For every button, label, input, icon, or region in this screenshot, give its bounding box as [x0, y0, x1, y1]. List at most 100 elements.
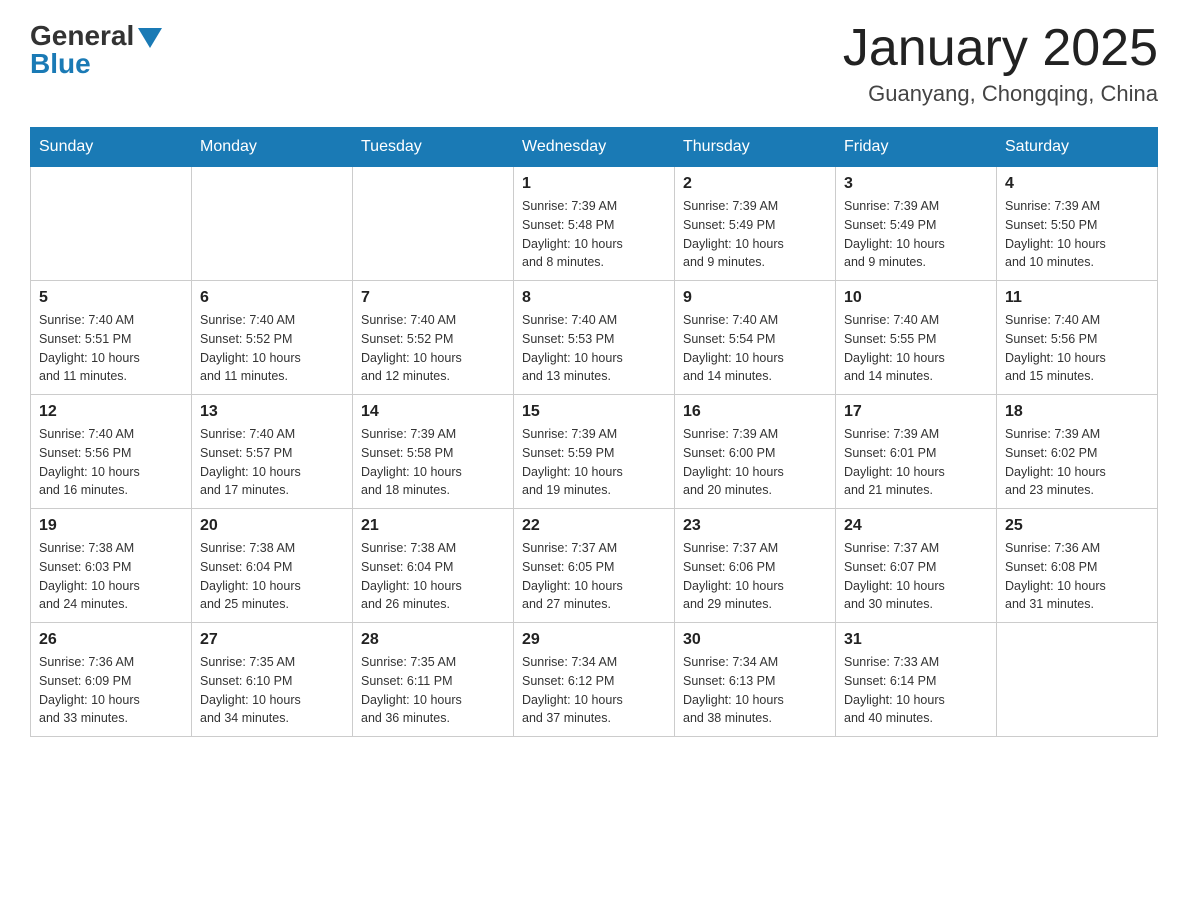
calendar-cell: 18 Sunrise: 7:39 AMSunset: 6:02 PMDayligh… — [997, 395, 1158, 509]
calendar-week-row: 1 Sunrise: 7:39 AMSunset: 5:48 PMDaylight… — [31, 167, 1158, 281]
day-number: 19 — [39, 517, 183, 535]
calendar-cell: 26 Sunrise: 7:36 AMSunset: 6:09 PMDayligh… — [31, 623, 192, 737]
calendar-cell: 1 Sunrise: 7:39 AMSunset: 5:48 PMDaylight… — [514, 167, 675, 281]
day-number: 14 — [361, 403, 505, 421]
calendar-cell: 24 Sunrise: 7:37 AMSunset: 6:07 PMDayligh… — [836, 509, 997, 623]
calendar-cell: 8 Sunrise: 7:40 AMSunset: 5:53 PMDaylight… — [514, 281, 675, 395]
month-title: January 2025 — [843, 20, 1158, 77]
day-info: Sunrise: 7:38 AMSunset: 6:04 PMDaylight:… — [361, 539, 505, 614]
day-info: Sunrise: 7:39 AMSunset: 6:00 PMDaylight:… — [683, 425, 827, 500]
day-number: 11 — [1005, 289, 1149, 307]
day-number: 12 — [39, 403, 183, 421]
calendar-cell: 11 Sunrise: 7:40 AMSunset: 5:56 PMDayligh… — [997, 281, 1158, 395]
day-info: Sunrise: 7:39 AMSunset: 6:02 PMDaylight:… — [1005, 425, 1149, 500]
day-info: Sunrise: 7:34 AMSunset: 6:13 PMDaylight:… — [683, 653, 827, 728]
day-number: 9 — [683, 289, 827, 307]
day-number: 18 — [1005, 403, 1149, 421]
day-info: Sunrise: 7:36 AMSunset: 6:09 PMDaylight:… — [39, 653, 183, 728]
calendar-cell: 2Sunrise: 7:39 AMSunset: 5:49 PMDaylight… — [675, 167, 836, 281]
day-number: 31 — [844, 631, 988, 649]
day-number: 17 — [844, 403, 988, 421]
calendar-cell: 9 Sunrise: 7:40 AMSunset: 5:54 PMDaylight… — [675, 281, 836, 395]
calendar-week-row: 12 Sunrise: 7:40 AMSunset: 5:56 PMDayligh… — [31, 395, 1158, 509]
day-number: 16 — [683, 403, 827, 421]
day-number: 15 — [522, 403, 666, 421]
calendar-cell: 12 Sunrise: 7:40 AMSunset: 5:56 PMDayligh… — [31, 395, 192, 509]
calendar-header-sunday: Sunday — [31, 128, 192, 167]
day-info: Sunrise: 7:36 AMSunset: 6:08 PMDaylight:… — [1005, 539, 1149, 614]
day-info: Sunrise: 7:40 AMSunset: 5:57 PMDaylight:… — [200, 425, 344, 500]
calendar-cell: 4 Sunrise: 7:39 AMSunset: 5:50 PMDaylight… — [997, 167, 1158, 281]
calendar-cell: 22Sunrise: 7:37 AMSunset: 6:05 PMDayligh… — [514, 509, 675, 623]
day-number: 10 — [844, 289, 988, 307]
calendar-cell: 21 Sunrise: 7:38 AMSunset: 6:04 PMDayligh… — [353, 509, 514, 623]
calendar-cell: 20 Sunrise: 7:38 AMSunset: 6:04 PMDayligh… — [192, 509, 353, 623]
logo-blue-text: Blue — [30, 48, 91, 80]
day-info: Sunrise: 7:34 AMSunset: 6:12 PMDaylight:… — [522, 653, 666, 728]
day-number: 13 — [200, 403, 344, 421]
day-info: Sunrise: 7:38 AMSunset: 6:04 PMDaylight:… — [200, 539, 344, 614]
calendar-header-saturday: Saturday — [997, 128, 1158, 167]
calendar-cell: 10 Sunrise: 7:40 AMSunset: 5:55 PMDayligh… — [836, 281, 997, 395]
day-number: 8 — [522, 289, 666, 307]
day-info: Sunrise: 7:39 AMSunset: 6:01 PMDaylight:… — [844, 425, 988, 500]
day-number: 4 — [1005, 175, 1149, 193]
calendar-cell — [31, 167, 192, 281]
day-info: Sunrise: 7:40 AMSunset: 5:55 PMDaylight:… — [844, 311, 988, 386]
day-info: Sunrise: 7:39 AMSunset: 5:50 PMDaylight:… — [1005, 197, 1149, 272]
day-number: 5 — [39, 289, 183, 307]
calendar-cell: 14Sunrise: 7:39 AMSunset: 5:58 PMDayligh… — [353, 395, 514, 509]
day-info: Sunrise: 7:40 AMSunset: 5:56 PMDaylight:… — [1005, 311, 1149, 386]
day-number: 24 — [844, 517, 988, 535]
day-info: Sunrise: 7:35 AMSunset: 6:11 PMDaylight:… — [361, 653, 505, 728]
calendar-cell: 30 Sunrise: 7:34 AMSunset: 6:13 PMDayligh… — [675, 623, 836, 737]
day-info: Sunrise: 7:40 AMSunset: 5:54 PMDaylight:… — [683, 311, 827, 386]
day-info: Sunrise: 7:37 AMSunset: 6:07 PMDaylight:… — [844, 539, 988, 614]
day-number: 21 — [361, 517, 505, 535]
calendar-cell: 5 Sunrise: 7:40 AMSunset: 5:51 PMDaylight… — [31, 281, 192, 395]
calendar-cell: 31 Sunrise: 7:33 AMSunset: 6:14 PMDayligh… — [836, 623, 997, 737]
day-number: 7 — [361, 289, 505, 307]
calendar-cell: 7 Sunrise: 7:40 AMSunset: 5:52 PMDaylight… — [353, 281, 514, 395]
calendar-cell: 25 Sunrise: 7:36 AMSunset: 6:08 PMDayligh… — [997, 509, 1158, 623]
calendar-cell: 6Sunrise: 7:40 AMSunset: 5:52 PMDaylight… — [192, 281, 353, 395]
logo-triangle-icon — [138, 28, 162, 48]
day-info: Sunrise: 7:38 AMSunset: 6:03 PMDaylight:… — [39, 539, 183, 614]
day-info: Sunrise: 7:39 AMSunset: 5:49 PMDaylight:… — [844, 197, 988, 272]
day-number: 20 — [200, 517, 344, 535]
day-number: 1 — [522, 175, 666, 193]
calendar-cell: 27Sunrise: 7:35 AMSunset: 6:10 PMDayligh… — [192, 623, 353, 737]
day-info: Sunrise: 7:35 AMSunset: 6:10 PMDaylight:… — [200, 653, 344, 728]
day-info: Sunrise: 7:40 AMSunset: 5:53 PMDaylight:… — [522, 311, 666, 386]
day-number: 26 — [39, 631, 183, 649]
calendar-week-row: 5 Sunrise: 7:40 AMSunset: 5:51 PMDaylight… — [31, 281, 1158, 395]
title-section: January 2025 Guanyang, Chongqing, China — [843, 20, 1158, 107]
day-number: 23 — [683, 517, 827, 535]
calendar-header-friday: Friday — [836, 128, 997, 167]
page-header: General Blue January 2025 Guanyang, Chon… — [30, 20, 1158, 107]
calendar-cell: 13 Sunrise: 7:40 AMSunset: 5:57 PMDayligh… — [192, 395, 353, 509]
day-info: Sunrise: 7:40 AMSunset: 5:56 PMDaylight:… — [39, 425, 183, 500]
day-number: 29 — [522, 631, 666, 649]
calendar-header-thursday: Thursday — [675, 128, 836, 167]
day-number: 30 — [683, 631, 827, 649]
calendar-header-row: SundayMondayTuesdayWednesdayThursdayFrid… — [31, 128, 1158, 167]
day-info: Sunrise: 7:40 AMSunset: 5:52 PMDaylight:… — [200, 311, 344, 386]
calendar-cell: 29 Sunrise: 7:34 AMSunset: 6:12 PMDayligh… — [514, 623, 675, 737]
calendar-cell: 15 Sunrise: 7:39 AMSunset: 5:59 PMDayligh… — [514, 395, 675, 509]
day-number: 25 — [1005, 517, 1149, 535]
day-info: Sunrise: 7:40 AMSunset: 5:51 PMDaylight:… — [39, 311, 183, 386]
day-number: 3 — [844, 175, 988, 193]
day-number: 28 — [361, 631, 505, 649]
calendar-cell: 17 Sunrise: 7:39 AMSunset: 6:01 PMDayligh… — [836, 395, 997, 509]
calendar-cell — [192, 167, 353, 281]
day-info: Sunrise: 7:39 AMSunset: 5:48 PMDaylight:… — [522, 197, 666, 272]
day-info: Sunrise: 7:40 AMSunset: 5:52 PMDaylight:… — [361, 311, 505, 386]
day-number: 22 — [522, 517, 666, 535]
day-info: Sunrise: 7:39 AMSunset: 5:59 PMDaylight:… — [522, 425, 666, 500]
calendar-header-tuesday: Tuesday — [353, 128, 514, 167]
location-text: Guanyang, Chongqing, China — [843, 81, 1158, 107]
day-info: Sunrise: 7:37 AMSunset: 6:06 PMDaylight:… — [683, 539, 827, 614]
day-info: Sunrise: 7:33 AMSunset: 6:14 PMDaylight:… — [844, 653, 988, 728]
calendar-week-row: 19 Sunrise: 7:38 AMSunset: 6:03 PMDayligh… — [31, 509, 1158, 623]
